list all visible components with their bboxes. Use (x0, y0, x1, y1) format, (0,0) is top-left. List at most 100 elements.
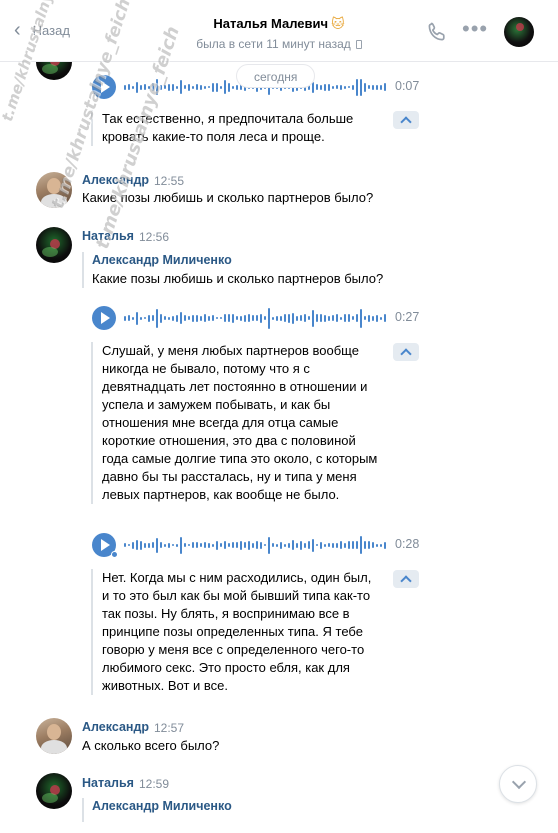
avatar[interactable] (36, 718, 72, 754)
waveform-bar (304, 314, 306, 322)
play-icon[interactable] (92, 75, 116, 99)
waveform-bar (308, 541, 310, 549)
waveform-bar (360, 536, 362, 554)
waveform-bar (352, 541, 354, 549)
voice-transcript: Слушай, у меня любых партнеров вообще ник… (91, 342, 391, 504)
waveform[interactable] (124, 533, 386, 557)
waveform-bar (368, 85, 370, 89)
play-icon[interactable] (92, 306, 116, 330)
transcript-line: короткие отношения, это два с половиной (102, 433, 356, 448)
waveform-bar (228, 82, 230, 92)
waveform-bar (260, 313, 262, 323)
waveform-bar (192, 85, 194, 89)
waveform-bar (364, 82, 366, 92)
waveform-bar (284, 314, 286, 322)
waveform-bar (204, 85, 206, 89)
waveform-bar (224, 314, 226, 322)
reply-author: Александр Миличенко (92, 799, 232, 813)
transcript-line: никогда не бывало, потому что я с (102, 361, 310, 376)
waveform-bar (236, 542, 238, 548)
message-time: 12:55 (154, 174, 185, 188)
waveform-bar (224, 80, 226, 94)
reply-quote[interactable]: Александр Миличенко (82, 798, 232, 822)
chevron-up-icon[interactable] (393, 570, 419, 588)
waveform-bar (188, 544, 190, 546)
avatar[interactable] (36, 227, 72, 263)
waveform-bar (324, 314, 326, 322)
waveform-bar (328, 315, 330, 321)
waveform-bar (156, 537, 158, 553)
waveform-bar (332, 85, 334, 89)
waveform-bar (184, 85, 186, 89)
waveform-bar (216, 82, 218, 92)
message-author[interactable]: Наталья (82, 229, 134, 243)
transcript-line: Нет. Когда мы с ним расходились, один бы… (102, 570, 372, 585)
waveform-bar (164, 543, 166, 547)
waveform-bar (196, 84, 198, 90)
waveform-bar (300, 540, 302, 550)
reply-quote[interactable]: Александр Миличенко Какие позы любишь и … (82, 252, 383, 288)
waveform-bar (280, 315, 282, 321)
waveform-bar (136, 540, 138, 550)
waveform-bar (344, 85, 346, 89)
waveform-bar (324, 83, 326, 91)
waveform-bar (188, 83, 190, 91)
waveform-bar (352, 316, 354, 320)
waveform-bar (220, 317, 222, 319)
waveform-bar (304, 542, 306, 548)
phone-icon[interactable] (425, 20, 449, 44)
chevron-up-icon[interactable] (393, 111, 419, 129)
transcript-line: и то это был как бы мой бывший типа как-… (102, 588, 371, 603)
waveform-bar (268, 307, 270, 329)
waveform-bar (232, 85, 234, 89)
scroll-to-bottom-button[interactable] (499, 765, 537, 803)
waveform-bar (196, 542, 198, 548)
waveform-bar (252, 315, 254, 321)
more-icon[interactable]: ••• (462, 18, 488, 40)
waveform-bar (132, 85, 134, 89)
waveform-bar (316, 314, 318, 322)
waveform-bar (132, 541, 134, 549)
play-icon[interactable] (92, 533, 118, 558)
waveform-bar (156, 308, 158, 328)
waveform-bar (328, 83, 330, 91)
waveform-bar (264, 316, 266, 320)
waveform-bar (156, 79, 158, 95)
waveform-bar (276, 315, 278, 321)
waveform-bar (124, 315, 126, 321)
transcript-line: Слушай, у меня любых партнеров вообще (102, 343, 359, 358)
message-author[interactable]: Александр (82, 720, 149, 734)
waveform-bar (228, 314, 230, 322)
chevron-up-icon[interactable] (393, 343, 419, 361)
waveform-bar (136, 81, 138, 93)
waveform-bar (300, 315, 302, 321)
mobile-device-icon (355, 40, 362, 49)
audio-duration: 0:28 (395, 537, 420, 551)
waveform-bar (232, 542, 234, 548)
waveform-bar (236, 84, 238, 90)
waveform-bar (228, 543, 230, 547)
waveform-bar (200, 315, 202, 321)
waveform-bar (240, 540, 242, 550)
transcript-line: левых партнеров, как вообще не было. (102, 487, 340, 502)
avatar[interactable] (36, 773, 72, 809)
transcript-line: Так естественно, я предпочитала больше (102, 111, 354, 126)
message-author[interactable]: Александр (82, 173, 149, 187)
waveform-bar (280, 541, 282, 549)
waveform-bar (124, 543, 126, 547)
voice-transcript: Так естественно, я предпочитала больше к… (91, 110, 391, 146)
waveform-bar (148, 542, 150, 548)
waveform-bar (316, 84, 318, 90)
waveform-bar (380, 543, 382, 547)
waveform-bar (176, 543, 178, 547)
avatar[interactable] (36, 172, 72, 208)
waveform-bar (352, 84, 354, 90)
message-time: 12:56 (139, 230, 170, 244)
message-time: 12:59 (139, 777, 170, 791)
voice-transcript: Нет. Когда мы с ним расходились, один бы… (91, 569, 391, 695)
transcript-line: животных. Вот и все. (102, 678, 229, 693)
waveform-bar (372, 84, 374, 90)
waveform[interactable] (124, 306, 386, 330)
message-author[interactable]: Наталья (82, 776, 134, 790)
chat-avatar[interactable] (504, 17, 534, 47)
